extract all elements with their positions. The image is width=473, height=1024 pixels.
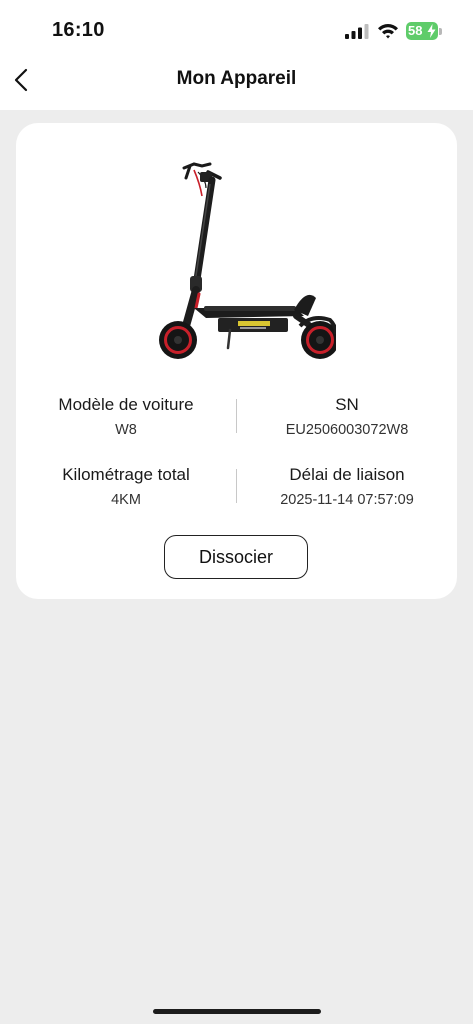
model-info: Modèle de voiture W8: [21, 394, 231, 439]
battery-level: 58: [408, 23, 423, 38]
status-bar: 16:10 58: [0, 0, 473, 58]
binding-label: Délai de liaison: [289, 465, 405, 484]
page-title: Mon Appareil: [176, 68, 297, 89]
device-card: Modèle de voiture W8 SN EU2506003072W8 K…: [16, 123, 457, 599]
info-divider: [236, 399, 237, 433]
binding-value: 2025-11-14 07:57:09: [280, 492, 414, 508]
mileage-label: Kilométrage total: [62, 465, 190, 484]
info-divider: [236, 469, 237, 503]
binding-info: Délai de liaison 2025-11-14 07:57:09: [242, 464, 452, 509]
wifi-icon: [378, 23, 398, 39]
sn-info: SN EU2506003072W8: [242, 394, 452, 439]
scooter-image: [159, 162, 336, 359]
mileage-value: 4KM: [111, 492, 141, 508]
battery-tip: [439, 28, 442, 35]
sn-label: SN: [335, 395, 359, 414]
charging-bolt-icon: [427, 24, 436, 38]
status-time: 16:10: [52, 19, 105, 41]
home-indicator[interactable]: [153, 1009, 321, 1014]
dissociate-button[interactable]: Dissocier: [164, 535, 308, 579]
battery-indicator: 58: [406, 22, 438, 40]
mileage-info: Kilométrage total 4KM: [21, 464, 231, 509]
cellular-signal-icon: [345, 24, 369, 39]
model-label: Modèle de voiture: [58, 395, 194, 414]
model-value: W8: [115, 422, 137, 438]
sn-value: EU2506003072W8: [285, 422, 409, 438]
